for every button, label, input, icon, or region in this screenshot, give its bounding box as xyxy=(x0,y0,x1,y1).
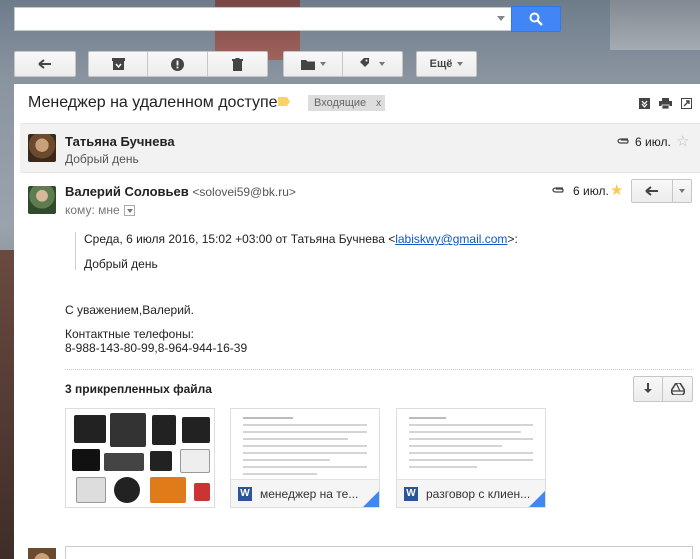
thread-actions xyxy=(639,98,692,109)
report-spam-button[interactable] xyxy=(148,52,208,76)
folder-icon xyxy=(300,59,315,70)
quote-header-prefix: Среда, 6 июля 2016, 15:02 +03:00 от Тать… xyxy=(84,232,396,246)
corner-fold-icon xyxy=(363,491,379,507)
phones-value: 8-988-143-80-99,8-964-944-16-39 xyxy=(65,341,248,355)
label-icon xyxy=(360,58,369,67)
message-collapsed[interactable]: Татьяна Бучнева Добрый день 6 июл. ☆ xyxy=(20,123,700,173)
important-marker-icon[interactable] xyxy=(278,97,290,106)
chevron-down-icon xyxy=(679,189,685,193)
drive-icon xyxy=(670,383,685,395)
quote-header-suffix: >: xyxy=(507,232,518,246)
image-preview xyxy=(70,413,210,503)
chevron-down-icon xyxy=(379,62,385,66)
star-icon[interactable]: ★ xyxy=(610,181,623,199)
sender-email: <solovei59@bk.ru> xyxy=(192,185,296,199)
move-to-button[interactable] xyxy=(284,52,344,76)
quote-header: Среда, 6 июля 2016, 15:02 +03:00 от Тать… xyxy=(84,232,518,246)
attachments-title: 3 прикрепленных файла xyxy=(65,382,212,396)
move-label-group xyxy=(283,51,403,77)
show-details-button[interactable] xyxy=(123,204,135,216)
search-icon xyxy=(529,12,543,26)
save-to-drive-button[interactable] xyxy=(663,376,693,402)
corner-fold-icon xyxy=(529,491,545,507)
attachment-footer: W менеджер на те... xyxy=(231,479,379,507)
background-building xyxy=(610,0,700,50)
word-doc-icon: W xyxy=(404,486,418,501)
quoted-message: Среда, 6 июля 2016, 15:02 +03:00 от Тать… xyxy=(75,232,518,271)
quote-body: Добрый день xyxy=(84,257,158,271)
signature-regards: С уважением,Валерий. xyxy=(65,303,194,317)
search-options-icon[interactable] xyxy=(497,16,505,21)
message-date: 6 июл. xyxy=(573,184,609,198)
phones-label: Контактные телефоны: xyxy=(65,327,194,341)
message-date: 6 июл. xyxy=(635,135,671,149)
message-snippet: Добрый день xyxy=(65,152,139,166)
search-box[interactable] xyxy=(14,7,511,31)
labels-button[interactable] xyxy=(343,52,402,76)
more-label: Ещё xyxy=(429,58,453,70)
thread-subject: Менеджер на удаленном доступе xyxy=(28,94,278,111)
star-icon[interactable]: ☆ xyxy=(676,132,689,150)
archive-button[interactable] xyxy=(89,52,149,76)
download-all-button[interactable] xyxy=(633,376,663,402)
attachment-thumbnail-doc[interactable]: W разговор с клиен... xyxy=(396,408,546,508)
new-window-icon[interactable] xyxy=(681,98,692,109)
attachment-name: менеджер на те... xyxy=(260,486,359,501)
attachment-icon xyxy=(617,138,629,144)
word-doc-icon: W xyxy=(238,486,252,501)
sender-info: Валерий Соловьев <solovei59@bk.ru> xyxy=(65,184,296,199)
attachment-footer: W разговор с клиен... xyxy=(397,479,545,507)
doc-preview xyxy=(243,417,367,480)
report-spam-icon xyxy=(171,57,185,71)
avatar xyxy=(28,548,56,559)
reply-icon xyxy=(645,186,658,196)
recipient-line: кому: мне xyxy=(65,203,135,217)
recipient-label: кому: мне xyxy=(65,203,120,217)
back-arrow-icon xyxy=(38,59,51,69)
inbox-label: Входящие xyxy=(314,97,367,109)
chevron-down-icon xyxy=(457,62,464,66)
reply-box[interactable] xyxy=(65,546,693,559)
attachment-icon xyxy=(552,187,564,193)
chevron-down-icon xyxy=(319,62,326,66)
attachments-divider xyxy=(65,369,692,370)
more-button[interactable]: Ещё xyxy=(416,51,477,77)
delete-button[interactable] xyxy=(208,52,267,76)
action-group xyxy=(88,51,268,77)
trash-icon xyxy=(231,57,243,71)
more-actions-button[interactable] xyxy=(672,179,692,203)
back-button[interactable] xyxy=(14,51,76,77)
doc-preview xyxy=(409,417,533,473)
sender-name: Валерий Соловьев xyxy=(65,184,189,199)
inbox-label-chip[interactable]: Входящие x xyxy=(308,95,386,111)
reply-button[interactable] xyxy=(631,179,673,203)
archive-icon xyxy=(111,58,125,70)
print-icon[interactable] xyxy=(659,98,672,109)
attachment-thumbnail-image[interactable] xyxy=(65,408,215,508)
attachment-thumbnail-doc[interactable]: W менеджер на те... xyxy=(230,408,380,508)
attachment-name: разговор с клиен... xyxy=(426,486,531,501)
download-icon xyxy=(644,383,652,393)
avatar xyxy=(28,134,56,162)
conversation-panel: Менеджер на удаленном доступе Входящие x… xyxy=(14,84,700,559)
attachments-actions xyxy=(633,376,693,402)
sender-name: Татьяна Бучнева xyxy=(65,134,175,149)
expand-all-icon[interactable] xyxy=(639,98,650,109)
search-button[interactable] xyxy=(511,6,561,32)
avatar xyxy=(28,186,56,214)
quote-email-link[interactable]: labiskwy@gmail.com xyxy=(395,232,507,246)
remove-label-button[interactable]: x xyxy=(376,98,381,109)
search-input[interactable] xyxy=(15,8,485,30)
